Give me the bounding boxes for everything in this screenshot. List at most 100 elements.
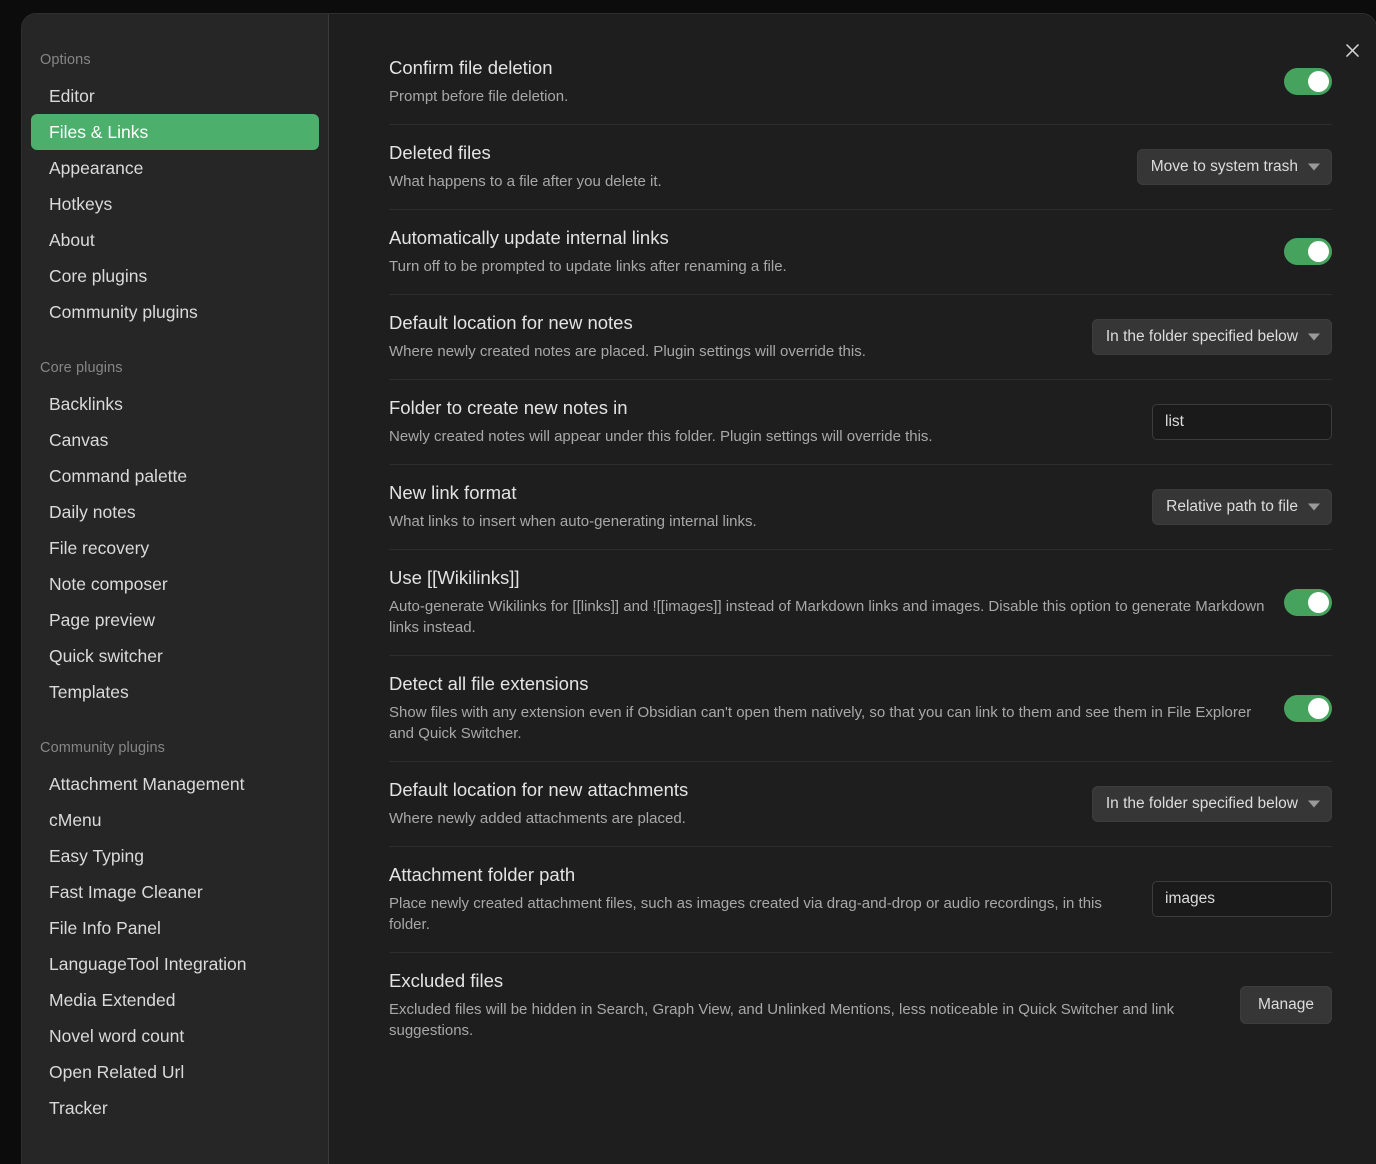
sidebar-item-languagetool-integration[interactable]: LanguageTool Integration (31, 946, 319, 982)
close-icon[interactable] (1338, 36, 1366, 64)
setting-info: Attachment folder path Place newly create… (389, 863, 1134, 935)
sidebar-item-files-links[interactable]: Files & Links (31, 114, 319, 150)
sidebar-group-core-plugins: Backlinks Canvas Command palette Daily note… (22, 386, 328, 710)
sidebar-spacer-2 (22, 710, 328, 740)
sidebar-group-options: EditorFiles & Links Appearance HotkeysAbou… (22, 78, 328, 330)
setting-control (1152, 404, 1332, 440)
sidebar-item-label: Core plugins (49, 266, 147, 286)
sidebar-item-community-plugins[interactable]: Community plugins (31, 294, 319, 330)
sidebar-item-about[interactable]: About (31, 222, 319, 258)
setting-name: Use [[Wikilinks]] (389, 566, 1266, 590)
setting-name: Attachment folder path (389, 863, 1134, 887)
setting-description: Where newly created notes are placed. Pl… (389, 341, 1074, 362)
sidebar-item-tracker[interactable]: Tracker (31, 1090, 319, 1126)
sidebar-item-label: Command palette (49, 466, 187, 486)
input-attachment-folder-path[interactable] (1152, 881, 1332, 917)
setting-control: Relative path to file (1152, 489, 1332, 525)
setting-description: Turn off to be prompted to update links … (389, 256, 1266, 277)
dropdown-deleted-files[interactable]: Move to system trash (1137, 149, 1332, 185)
setting-name: Detect all file extensions (389, 672, 1266, 696)
setting-description: What links to insert when auto-generatin… (389, 511, 1134, 532)
sidebar-item-label: Attachment Management (49, 774, 245, 794)
sidebar-item-hotkeys[interactable]: Hotkeys (31, 186, 319, 222)
sidebar-item-cmenu[interactable]: cMenu (31, 802, 319, 838)
toggle-use-wikilinks[interactable] (1284, 589, 1332, 616)
setting-item-attachment-folder-path: Attachment folder path Place newly create… (389, 846, 1332, 952)
setting-control (1284, 238, 1332, 265)
setting-info: Detect all file extensionsShow files wit… (389, 672, 1266, 744)
setting-info: Folder to create new notes in Newly creat… (389, 396, 1134, 447)
setting-name: New link format (389, 481, 1134, 505)
setting-item-confirm-file-deletion: Confirm file deletionPrompt before file … (389, 56, 1332, 124)
setting-item-deleted-files: Deleted filesWhat happens to a file afte… (389, 124, 1332, 209)
sidebar-item-backlinks[interactable]: Backlinks (31, 386, 319, 422)
sidebar-item-label: cMenu (49, 810, 102, 830)
sidebar-item-label: Appearance (49, 158, 143, 178)
setting-info: Default location for new attachmentsWher… (389, 778, 1074, 829)
toggle-detect-all-file-extensions[interactable] (1284, 695, 1332, 722)
setting-control: In the folder specified below (1092, 319, 1332, 355)
sidebar-item-file-recovery[interactable]: File recovery (31, 530, 319, 566)
sidebar-item-canvas[interactable]: Canvas (31, 422, 319, 458)
setting-description: Newly created notes will appear under th… (389, 426, 1134, 447)
setting-item-default-location-for-new-attachments: Default location for new attachmentsWher… (389, 761, 1332, 846)
sidebar-item-editor[interactable]: Editor (31, 78, 319, 114)
settings-sidebar: Options EditorFiles & LinksAppearanceHot… (22, 14, 329, 1164)
sidebar-item-media-extended[interactable]: Media Extended (31, 982, 319, 1018)
sidebar-item-fast-image-cleaner[interactable]: Fast Image Cleaner (31, 874, 319, 910)
sidebar-item-file-info-panel[interactable]: File Info Panel (31, 910, 319, 946)
settings-modal: Options EditorFiles & LinksAppearanceHot… (22, 14, 1376, 1164)
setting-info: Deleted filesWhat happens to a file afte… (389, 141, 1119, 192)
setting-description: Place newly created attachment files, su… (389, 893, 1134, 935)
sidebar-item-label: LanguageTool Integration (49, 954, 247, 974)
settings-content: Confirm file deletionPrompt before file … (329, 14, 1376, 1164)
toggle-knob (1308, 71, 1329, 92)
sidebar-item-label: Novel word count (49, 1026, 184, 1046)
setting-info: New link format What links to insert when… (389, 481, 1134, 532)
setting-name: Automatically update internal links (389, 226, 1266, 250)
setting-item-new-link-format: New link format What links to insert when… (389, 464, 1332, 549)
sidebar-item-label: Backlinks (49, 394, 123, 414)
sidebar-item-label: Tracker (49, 1098, 108, 1118)
setting-item-detect-all-file-extensions: Detect all file extensionsShow files wit… (389, 655, 1332, 761)
chevron-down-icon (1308, 333, 1320, 340)
sidebar-item-page-preview[interactable]: Page preview (31, 602, 319, 638)
setting-control (1284, 68, 1332, 95)
chevron-down-icon (1308, 163, 1320, 170)
toggle-confirm-file-deletion[interactable] (1284, 68, 1332, 95)
setting-item-automatically-update-internal-links: Automatically update internal links Turn … (389, 209, 1332, 294)
setting-info: Automatically update internal links Turn … (389, 226, 1266, 277)
sidebar-item-attachment-management[interactable]: Attachment Management (31, 766, 319, 802)
button-excluded-files[interactable]: Manage (1240, 986, 1332, 1024)
sidebar-item-easy-typing[interactable]: Easy Typing (31, 838, 319, 874)
sidebar-item-appearance[interactable]: Appearance (31, 150, 319, 186)
dropdown-new-link-format[interactable]: Relative path to file (1152, 489, 1332, 525)
chevron-down-icon (1308, 800, 1320, 807)
sidebar-item-daily-notes[interactable]: Daily notes (31, 494, 319, 530)
setting-item-default-location-for-new-notes: Default location for new notes Where newl… (389, 294, 1332, 379)
setting-control (1152, 881, 1332, 917)
dropdown-default-location-for-new-notes[interactable]: In the folder specified below (1092, 319, 1332, 355)
sidebar-item-templates[interactable]: Templates (31, 674, 319, 710)
setting-name: Default location for new notes (389, 311, 1074, 335)
setting-description: Where newly added attachments are placed… (389, 808, 1074, 829)
sidebar-item-open-related-url[interactable]: Open Related Url (31, 1054, 319, 1090)
sidebar-item-novel-word-count[interactable]: Novel word count (31, 1018, 319, 1054)
input-folder-to-create-new-notes-in[interactable] (1152, 404, 1332, 440)
chevron-down-icon (1308, 503, 1320, 510)
dropdown-default-location-for-new-attachments[interactable]: In the folder specified below (1092, 786, 1332, 822)
sidebar-item-command-palette[interactable]: Command palette (31, 458, 319, 494)
sidebar-item-quick-switcher[interactable]: Quick switcher (31, 638, 319, 674)
sidebar-item-label: Fast Image Cleaner (49, 882, 203, 902)
sidebar-item-core-plugins[interactable]: Core plugins (31, 258, 319, 294)
setting-info: Default location for new notes Where newl… (389, 311, 1074, 362)
setting-name: Folder to create new notes in (389, 396, 1134, 420)
sidebar-item-label: Open Related Url (49, 1062, 184, 1082)
setting-control (1284, 695, 1332, 722)
dropdown-value: In the folder specified below (1106, 795, 1298, 812)
settings-item-list: Confirm file deletionPrompt before file … (389, 14, 1332, 1058)
toggle-knob (1308, 698, 1329, 719)
toggle-automatically-update-internal-links[interactable] (1284, 238, 1332, 265)
setting-description: What happens to a file after you delete … (389, 171, 1119, 192)
sidebar-item-note-composer[interactable]: Note composer (31, 566, 319, 602)
